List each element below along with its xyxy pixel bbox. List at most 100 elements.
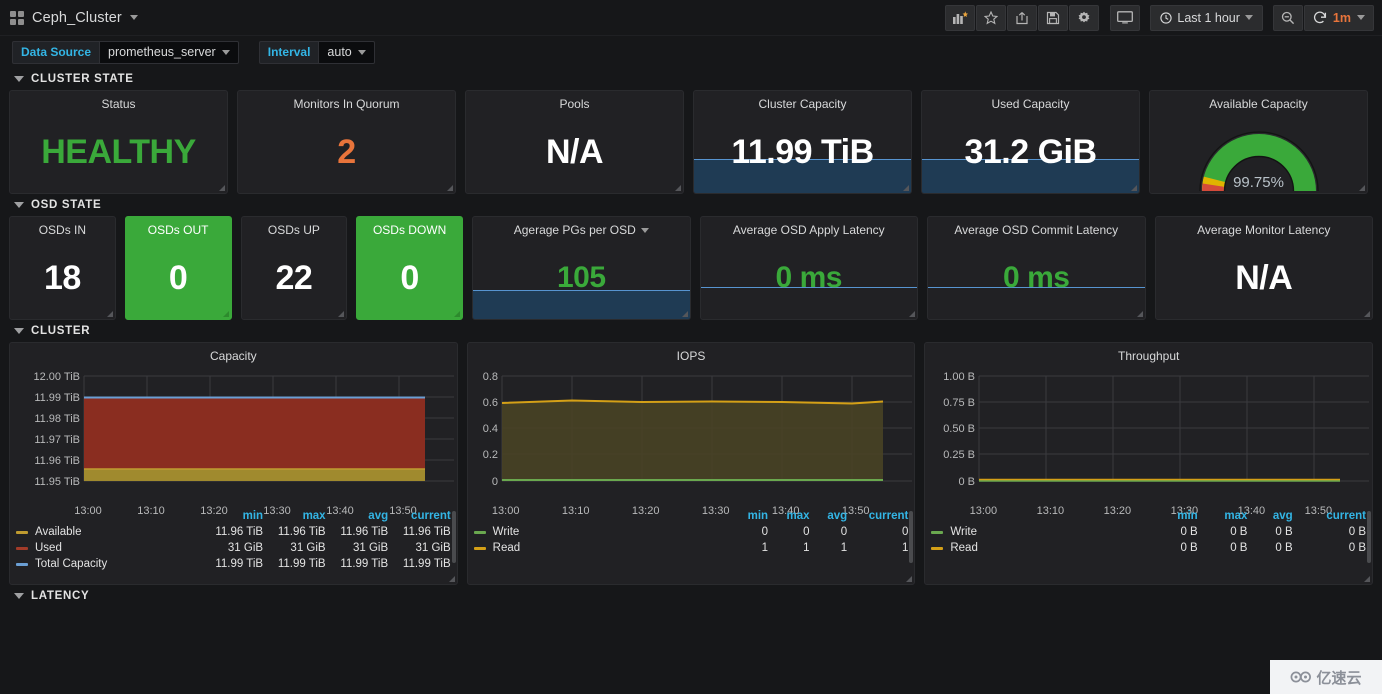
chevron-down-icon [640,227,649,233]
time-range-label: Last 1 hour [1177,10,1240,25]
panel-average-pgs-per-osd[interactable]: Agerage PGs per OSD 105 [472,216,691,320]
panel-capacity[interactable]: Capacity 12.00 TiB 11.99 TiB 11.98 TiB 1… [9,342,458,585]
refresh-interval-label: 1m [1332,10,1351,25]
panel-osds-in[interactable]: OSDs IN 18 [9,216,116,320]
panel-average-monitor-latency[interactable]: Average Monitor Latency N/A [1154,216,1373,320]
row-title: CLUSTER [31,325,91,337]
legend-series-name: Read [950,542,978,554]
legend-row: Write 0 0 0 0 [468,524,915,540]
chevron-down-icon [1357,15,1365,20]
stat-value: HEALTHY [41,133,196,171]
stat-value: 31.2 GiB [964,133,1097,171]
legend-current: 31 GiB [415,542,451,554]
row-header-cluster[interactable]: CLUSTER [0,320,1382,342]
panel-title: Monitors In Quorum [293,97,400,111]
star-button[interactable] [976,4,1007,31]
interval-variable[interactable]: Interval auto [258,40,375,64]
save-icon [1047,11,1060,24]
panel-body: N/A [466,111,683,193]
panel-pools[interactable]: Pools N/A [465,90,684,194]
panel-title-row: Agerage PGs per OSD [473,217,690,237]
panel-title: IOPS [676,349,706,363]
panel-osds-down[interactable]: OSDs DOWN 0 [356,216,463,320]
refresh-picker[interactable]: 1m [1303,4,1374,31]
tv-mode-button[interactable] [1110,4,1141,31]
legend-avg: 0 B [1275,526,1293,538]
dashboard-title-menu[interactable]: Ceph_Cluster [10,10,138,26]
throughput-legend[interactable]: min max avg current Write 0 B 0 B 0 B 0 … [925,509,1372,584]
legend-series-name-cell[interactable]: Write [468,524,736,540]
panel-iops[interactable]: IOPS 0.8 0.6 0.4 0.2 0 13:00 13:10 13:20… [466,342,916,585]
row-title: OSD STATE [31,199,102,211]
row-header-cluster-state[interactable]: CLUSTER STATE [0,68,1382,90]
zoom-out-icon [1281,11,1295,24]
panel-title: OSDs UP [267,223,320,237]
capacity-plot: 12.00 TiB 11.99 TiB 11.98 TiB 11.97 TiB … [14,365,454,517]
panel-title: OSDs OUT [147,223,209,237]
iops-legend[interactable]: min max avg current Write 0 0 0 0 Read 1… [468,509,915,584]
panel-average-osd-apply-latency[interactable]: Average OSD Apply Latency 0 ms [699,216,918,320]
panel-available-capacity[interactable]: Available Capacity 99.75% [1149,90,1368,194]
save-button[interactable] [1038,4,1069,31]
capacity-legend[interactable]: min max avg current Available 11.96 TiB … [10,509,457,584]
legend-col-current: current [868,510,909,522]
panel-monitors-in-quorum[interactable]: Monitors In Quorum 2 [237,90,456,194]
legend-series-name-cell[interactable]: Used [10,540,207,556]
panel-body: 105 [472,237,690,319]
legend-max: 31 GiB [290,542,326,554]
clock-icon [1160,11,1173,24]
legend-series-name-cell[interactable]: Read [925,540,1157,556]
add-panel-button[interactable] [945,4,976,31]
chevron-down-icon [14,593,24,599]
datasource-label: Data Source [12,40,100,64]
time-range-picker[interactable]: Last 1 hour [1150,4,1263,31]
y-tick: 0 [492,476,498,488]
legend-scrollbar[interactable] [909,511,914,563]
legend-series-name-cell[interactable]: Total Capacity [10,556,207,572]
legend-avg: 1 [840,542,848,554]
legend-series-name: Write [950,526,977,538]
datasource-variable[interactable]: Data Source prometheus_server [12,40,239,64]
stat-value: 105 [556,261,606,294]
y-tick: 0.50 B [944,423,976,435]
legend-row: Available 11.96 TiB 11.96 TiB 11.96 TiB … [10,524,457,540]
panel-osds-out[interactable]: OSDs OUT 0 [124,216,232,320]
settings-button[interactable] [1069,4,1100,31]
legend-max: 0 B [1230,542,1248,554]
row-header-latency[interactable]: LATENCY [0,585,1382,607]
panel-used-capacity[interactable]: Used Capacity 31.2 GiB [921,90,1140,194]
panel-title: Agerage PGs per OSD [513,223,636,237]
zoom-out-button[interactable] [1272,4,1303,31]
legend-scrollbar[interactable] [1367,511,1372,563]
panel-title: Average OSD Apply Latency [732,223,885,237]
legend-table: min max avg current Write 0 0 0 0 Read 1… [468,509,915,556]
tv-mode-icon [1117,11,1134,24]
stat-value: 0 ms [1003,261,1070,294]
legend-series-name-cell[interactable]: Write [925,524,1157,540]
legend-scrollbar[interactable] [451,511,456,563]
legend-series-name-cell[interactable]: Available [10,524,207,540]
legend-color-swatch [16,530,28,534]
panel-throughput[interactable]: Throughput 1.00 B 0.75 B 0.50 B 0.25 B 0… [924,342,1374,585]
osd-state-panel-row: OSDs IN 18 OSDs OUT 0 OSDs UP 22 OSDs DO… [0,216,1382,320]
datasource-select[interactable]: prometheus_server [99,40,239,64]
panel-body: HEALTHY [10,111,227,193]
datasource-value: prometheus_server [108,45,216,59]
interval-select[interactable]: auto [318,40,375,64]
row-title: CLUSTER STATE [31,73,134,85]
row-header-osd-state[interactable]: OSD STATE [0,194,1382,216]
panel-title: Status [101,97,136,111]
panel-status[interactable]: Status HEALTHY [9,90,228,194]
legend-series-name-cell[interactable]: Read [468,540,736,556]
legend-avg: 0 B [1275,542,1293,554]
legend-max: 11.96 TiB [277,526,326,538]
panel-title: OSDs IN [38,223,87,237]
panel-osds-up[interactable]: OSDs UP 22 [240,216,348,320]
panel-cluster-capacity[interactable]: Cluster Capacity 11.99 TiB [693,90,912,194]
share-button[interactable] [1007,4,1038,31]
row-title: LATENCY [31,590,90,602]
dashboard-title: Ceph_Cluster [32,9,122,26]
watermark-text: 亿速云 [1316,669,1362,687]
panel-average-osd-commit-latency[interactable]: Average OSD Commit Latency 0 ms [927,216,1146,320]
legend-avg: 31 GiB [352,542,389,554]
